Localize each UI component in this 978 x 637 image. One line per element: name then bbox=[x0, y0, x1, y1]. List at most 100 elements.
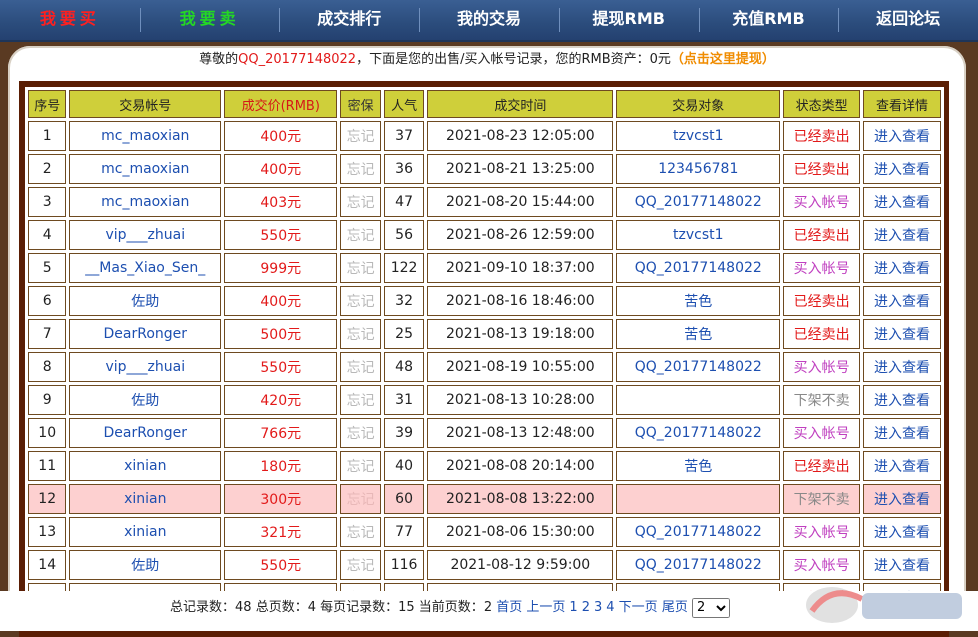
view-details-link[interactable]: 进入查看 bbox=[863, 484, 941, 514]
price: 766元 bbox=[224, 418, 338, 448]
header-price: 成交价(RMB) bbox=[224, 90, 338, 118]
trade-time: 2021-08-19 10:55:00 bbox=[427, 352, 614, 382]
table-row: 1 mc_maoxian 400元 忘记 37 2021-08-23 12:05:00 tz… bbox=[28, 121, 941, 151]
table-row: 13 xinian 321元 忘记 77 2021-08-06 15:30:00 QQ_20… bbox=[28, 517, 941, 547]
price: 180元 bbox=[224, 451, 338, 481]
prev-page-link[interactable]: 上一页 bbox=[526, 600, 565, 615]
popularity: 56 bbox=[383, 220, 425, 250]
last-page-link[interactable]: 尾页 bbox=[662, 600, 688, 615]
table-header-row: 序号 交易帐号 成交价(RMB) 密保 人气 成交时间 交易对象 状态类型 查看详情 bbox=[28, 90, 941, 118]
counterparty: QQ_20177148022 bbox=[616, 550, 781, 580]
counterparty: QQ_20177148022 bbox=[616, 418, 781, 448]
row-number: 7 bbox=[28, 319, 67, 349]
trade-time: 2021-08-13 19:18:00 bbox=[427, 319, 614, 349]
first-page-link[interactable]: 首页 bbox=[496, 600, 522, 615]
total-pages: 4 bbox=[307, 600, 316, 615]
security-status: 忘记 bbox=[340, 385, 381, 415]
view-details-link[interactable]: 进入查看 bbox=[863, 319, 941, 349]
page-link-3[interactable]: 3 bbox=[594, 600, 602, 615]
table-row: 3 mc_maoxian 403元 忘记 47 2021-08-20 15:44:00 QQ… bbox=[28, 187, 941, 217]
popularity: 122 bbox=[383, 253, 425, 283]
account-name: 佐助 bbox=[69, 550, 222, 580]
row-number: 8 bbox=[28, 352, 67, 382]
view-details-link[interactable]: 进入查看 bbox=[863, 154, 941, 184]
trade-time: 2021-08-16 18:46:00 bbox=[427, 286, 614, 316]
price: 300元 bbox=[224, 484, 338, 514]
row-number: 12 bbox=[28, 484, 67, 514]
nav-withdraw[interactable]: 提现RMB bbox=[558, 0, 699, 40]
nav-ranking[interactable]: 成交排行 bbox=[279, 0, 419, 40]
status-type: 买入帐号 bbox=[783, 187, 861, 217]
account-name: xinian bbox=[69, 451, 222, 481]
nav-my-trades[interactable]: 我的交易 bbox=[419, 0, 559, 40]
nav-sell[interactable]: 我要卖 bbox=[139, 0, 280, 40]
current-page: 2 bbox=[483, 600, 493, 615]
view-details-link[interactable]: 进入查看 bbox=[863, 385, 941, 415]
header-popularity: 人气 bbox=[383, 90, 425, 118]
trade-time: 2021-08-13 12:48:00 bbox=[427, 418, 614, 448]
view-details-link[interactable]: 进入查看 bbox=[863, 220, 941, 250]
view-details-link[interactable]: 进入查看 bbox=[863, 418, 941, 448]
view-details-link[interactable]: 进入查看 bbox=[863, 253, 941, 283]
popularity: 36 bbox=[383, 154, 425, 184]
page-link-2[interactable]: 2 bbox=[582, 600, 590, 615]
counterparty: QQ_20177148022 bbox=[616, 517, 781, 547]
table-row: 8 vip___zhuai 550元 忘记 48 2021-08-19 10:55:00 Q… bbox=[28, 352, 941, 382]
row-number: 6 bbox=[28, 286, 67, 316]
view-details-link[interactable]: 进入查看 bbox=[863, 187, 941, 217]
nav-buy[interactable]: 我要买 bbox=[0, 0, 140, 40]
popularity: 32 bbox=[383, 286, 425, 316]
status-type: 已经卖出 bbox=[783, 319, 861, 349]
price: 400元 bbox=[224, 286, 338, 316]
withdraw-link[interactable]: （点击这里提现） bbox=[671, 52, 775, 67]
price: 420元 bbox=[224, 385, 338, 415]
counterparty: QQ_20177148022 bbox=[616, 253, 781, 283]
view-details-link[interactable]: 进入查看 bbox=[863, 121, 941, 151]
popularity: 37 bbox=[383, 121, 425, 151]
counterparty: 苦色 bbox=[616, 286, 781, 316]
price: 400元 bbox=[224, 154, 338, 184]
status-type: 买入帐号 bbox=[783, 352, 861, 382]
view-details-link[interactable]: 进入查看 bbox=[863, 517, 941, 547]
price: 550元 bbox=[224, 550, 338, 580]
header-counterparty: 交易对象 bbox=[616, 90, 781, 118]
header-time: 成交时间 bbox=[427, 90, 614, 118]
page-select[interactable]: 2 bbox=[691, 597, 730, 618]
nav-recharge[interactable]: 充值RMB bbox=[698, 0, 839, 40]
nav-back-forum[interactable]: 返回论坛 bbox=[838, 0, 978, 40]
price: 400元 bbox=[224, 121, 338, 151]
table-row: 10 DearRonger 766元 忘记 39 2021-08-13 12:48:00 Q… bbox=[28, 418, 941, 448]
popularity: 77 bbox=[383, 517, 425, 547]
table-row: 7 DearRonger 500元 忘记 25 2021-08-13 19:18:00 苦色… bbox=[28, 319, 941, 349]
row-number: 4 bbox=[28, 220, 67, 250]
header-details: 查看详情 bbox=[863, 90, 941, 118]
row-number: 10 bbox=[28, 418, 67, 448]
page-link-4[interactable]: 4 bbox=[606, 600, 614, 615]
status-type: 下架不卖 bbox=[783, 385, 861, 415]
price: 321元 bbox=[224, 517, 338, 547]
view-details-link[interactable]: 进入查看 bbox=[863, 451, 941, 481]
table-row: 2 mc_maoxian 400元 忘记 36 2021-08-21 13:25:00 12… bbox=[28, 154, 941, 184]
price: 550元 bbox=[224, 352, 338, 382]
row-number: 13 bbox=[28, 517, 67, 547]
current-page-label: 当前页数： bbox=[414, 600, 484, 615]
header-account: 交易帐号 bbox=[69, 90, 222, 118]
next-page-link[interactable]: 下一页 bbox=[619, 600, 658, 615]
status-type: 已经卖出 bbox=[783, 451, 861, 481]
view-details-link[interactable]: 进入查看 bbox=[863, 352, 941, 382]
popularity: 48 bbox=[383, 352, 425, 382]
per-page-label: 每页记录数： bbox=[315, 600, 399, 615]
price: 500元 bbox=[224, 319, 338, 349]
header-security: 密保 bbox=[340, 90, 381, 118]
trade-time: 2021-08-12 9:59:00 bbox=[427, 550, 614, 580]
per-page: 15 bbox=[398, 600, 415, 615]
greeting-text: ，下面是您的出售/买入帐号记录，您的RMB资产：0元 bbox=[356, 52, 671, 67]
account-name: vip___zhuai bbox=[69, 352, 222, 382]
account-name: xinian bbox=[69, 517, 222, 547]
trade-time: 2021-08-08 13:22:00 bbox=[427, 484, 614, 514]
page-link-1[interactable]: 1 bbox=[569, 600, 577, 615]
view-details-link[interactable]: 进入查看 bbox=[863, 286, 941, 316]
counterparty bbox=[616, 385, 781, 415]
security-status: 忘记 bbox=[340, 154, 381, 184]
counterparty: 123456781 bbox=[616, 154, 781, 184]
